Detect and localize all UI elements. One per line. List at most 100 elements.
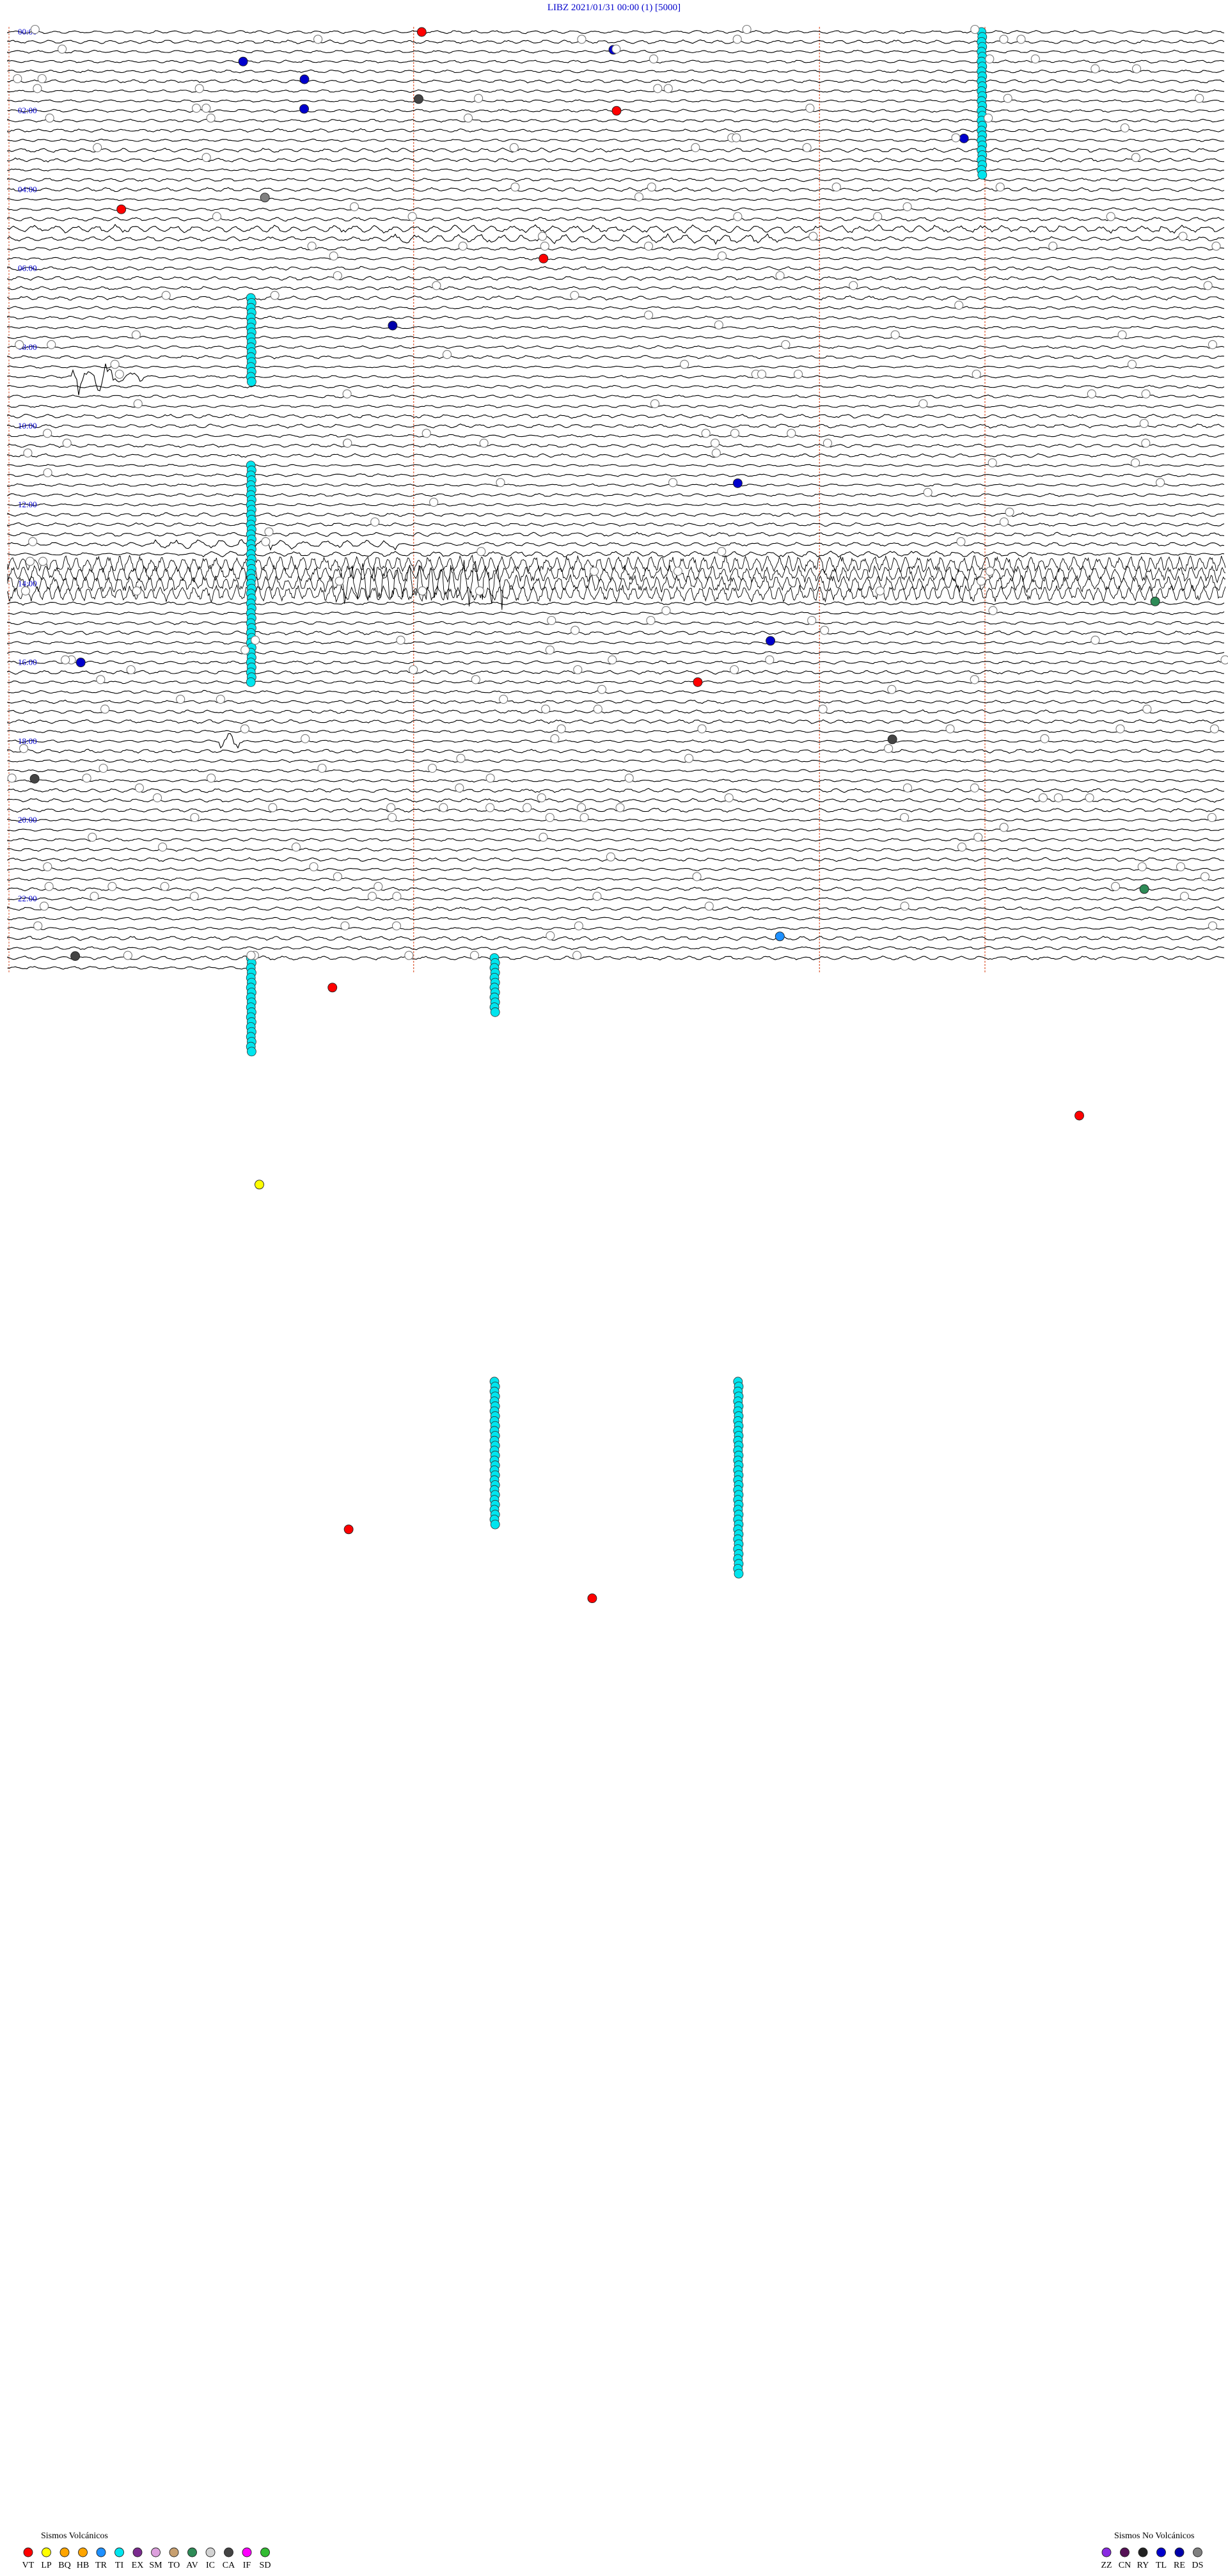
event-ic (216, 695, 225, 704)
ic-events (7, 24, 1228, 960)
event-vt (343, 1524, 354, 1535)
trace-4 (7, 69, 1225, 74)
event-ic (970, 783, 979, 793)
event-ic (342, 389, 352, 399)
event-ic (333, 271, 342, 281)
event-ic (571, 626, 580, 635)
event-ic (663, 84, 673, 93)
event-ic (98, 763, 108, 773)
event-tr (775, 931, 785, 942)
trace-25 (7, 276, 1225, 281)
trace-86 (7, 877, 1225, 881)
trace-70 (7, 719, 1225, 724)
event-ic (396, 635, 405, 645)
legend-swatch-lp (42, 2547, 51, 2557)
trace-62 (7, 640, 1225, 645)
event-ic (469, 951, 480, 960)
trace-46 (7, 483, 1225, 487)
event-ic (970, 24, 980, 35)
event-ic (126, 665, 136, 675)
trace-19 (7, 216, 1225, 222)
trace-9 (7, 118, 1225, 123)
chart-header: LIBZ 2021/01/31 00:00 (1) [5000] (547, 3, 681, 13)
event-ic (547, 615, 556, 626)
event-ic (757, 369, 767, 379)
event-ic (1139, 418, 1149, 429)
event-ic (194, 84, 204, 93)
event-ic (251, 635, 260, 645)
event-ic (1208, 921, 1218, 931)
event-ic (7, 773, 17, 783)
event-ic (653, 84, 663, 93)
legend-label-zz: ZZ (1101, 2561, 1112, 2570)
event-ic (1141, 389, 1151, 399)
trace-80 (7, 818, 1225, 822)
trace-21 (7, 233, 1225, 245)
event-ic (1090, 64, 1100, 74)
event-ic (673, 566, 683, 576)
trace-31 (7, 335, 1225, 340)
event-ic (710, 438, 720, 448)
event-vt (693, 677, 703, 687)
event-ic (977, 576, 986, 586)
event-ic (717, 547, 727, 557)
legend-volcanic: Sismos Volcánicos VT LP BQ HB TR TI EX SM TO AV IC C… (22, 2531, 271, 2570)
event-ic (539, 832, 548, 842)
trace-52 (7, 539, 1225, 551)
trace-28 (7, 306, 1225, 310)
event-ic (496, 478, 505, 487)
event-ic (999, 35, 1009, 44)
event-ic (570, 290, 579, 300)
trace-42 (7, 443, 1225, 448)
event-tl (299, 104, 310, 114)
trace-23 (7, 257, 1225, 261)
hour-label: 10:00 (18, 421, 37, 431)
event-ic (329, 251, 338, 261)
event-ic (1117, 330, 1127, 340)
legend-swatch-vt (23, 2547, 33, 2557)
event-ic (439, 803, 448, 812)
trace-41 (7, 434, 1225, 438)
event-ic (307, 241, 317, 251)
event-ic (62, 438, 72, 448)
event-ic (823, 438, 832, 448)
trace-85 (7, 867, 1225, 872)
trace-93 (7, 945, 1225, 951)
event-ic (93, 143, 102, 152)
event-ic (704, 901, 714, 911)
event-vt (611, 106, 622, 116)
hour-label: 14:00 (18, 578, 37, 588)
legend-title: Sismos No Volcánicos (1114, 2531, 1195, 2541)
event-ic (887, 684, 897, 694)
trace-81 (7, 828, 1225, 832)
event-ca (29, 773, 40, 784)
trace-6 (7, 89, 1225, 93)
event-ic (644, 310, 654, 320)
event-ic (1179, 892, 1189, 901)
event-ic (1141, 438, 1151, 448)
legend-swatch-to (169, 2547, 179, 2557)
legend-label-to: TO (168, 2561, 180, 2570)
event-ic (485, 773, 495, 783)
event-ds (260, 193, 270, 203)
helicorder-chart: LIBZ 2021/01/31 00:00 (1) [5000] 00:00 02:… (0, 0, 1228, 2576)
event-ic (1111, 881, 1121, 891)
event-ic (37, 74, 47, 84)
event-ic (624, 773, 634, 783)
event-ca (887, 734, 897, 745)
trace-27 (7, 295, 1225, 301)
event-ic (123, 951, 132, 960)
event-ic (1131, 64, 1142, 74)
event-ic (176, 695, 185, 704)
legend-label-ca: CA (223, 2561, 235, 2570)
event-ic (374, 881, 383, 891)
event-ic (606, 852, 615, 862)
event-ic (890, 330, 900, 340)
trace-48 (7, 503, 1225, 507)
trace-69 (7, 709, 1225, 715)
trace-26 (7, 286, 1225, 290)
event-av (1150, 596, 1160, 606)
event-lp (255, 1180, 264, 1190)
event-vt (116, 204, 127, 214)
trace-44 (7, 464, 1225, 468)
